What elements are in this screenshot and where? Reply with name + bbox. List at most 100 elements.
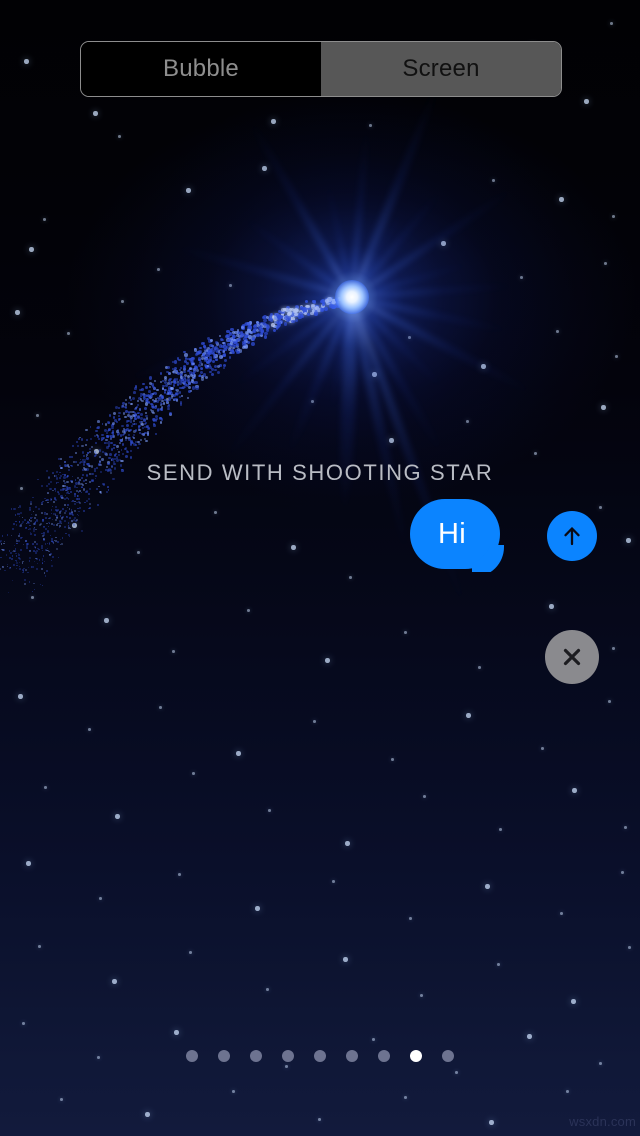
- segment-screen[interactable]: Screen: [321, 42, 561, 96]
- trail-particle: [169, 381, 173, 385]
- trail-particle: [60, 543, 63, 546]
- trail-particle: [176, 357, 180, 361]
- star-point: [343, 957, 348, 962]
- trail-particle: [76, 502, 78, 504]
- trail-particle: [22, 568, 25, 571]
- trail-particle: [149, 381, 153, 385]
- trail-particle: [301, 306, 306, 311]
- trail-particle: [51, 512, 53, 515]
- trail-particle: [273, 315, 278, 320]
- trail-particle: [125, 455, 129, 459]
- trail-particle: [25, 569, 27, 571]
- trail-particle: [37, 507, 40, 510]
- close-button[interactable]: [545, 630, 599, 684]
- trail-particle: [159, 393, 163, 397]
- segment-bubble[interactable]: Bubble: [81, 42, 321, 96]
- page-dot[interactable]: [442, 1050, 454, 1062]
- trail-particle: [202, 373, 207, 377]
- message-bubble-text: Hi: [438, 517, 466, 550]
- send-button[interactable]: [547, 511, 597, 561]
- star-point: [599, 1062, 602, 1065]
- trail-particle: [101, 450, 104, 453]
- bubble-screen-segmented-control[interactable]: Bubble Screen: [80, 41, 562, 97]
- trail-particle: [154, 399, 157, 403]
- trail-particle: [162, 384, 165, 388]
- trail-particle: [192, 375, 197, 380]
- trail-particle: [170, 387, 173, 390]
- page-dot[interactable]: [314, 1050, 326, 1062]
- trail-particle: [278, 320, 282, 324]
- trail-particle: [133, 430, 136, 434]
- trail-particle: [176, 380, 179, 383]
- trail-particle: [42, 518, 45, 521]
- trail-particle: [106, 434, 109, 438]
- trail-particle: [188, 367, 191, 371]
- trail-particle: [324, 298, 330, 304]
- trail-particle: [188, 371, 193, 375]
- trail-particle: [124, 438, 127, 442]
- trail-particle: [244, 345, 248, 349]
- trail-particle: [179, 386, 182, 390]
- trail-particle: [158, 395, 161, 398]
- star-point: [571, 999, 576, 1004]
- trail-particle: [116, 432, 120, 435]
- trail-particle: [190, 360, 194, 364]
- trail-particle: [307, 306, 311, 311]
- trail-particle: [228, 338, 233, 342]
- trail-particle: [236, 349, 240, 353]
- trail-particle: [157, 397, 161, 401]
- trail-particle: [184, 379, 188, 383]
- page-dot[interactable]: [250, 1050, 262, 1062]
- star-point: [404, 631, 407, 634]
- trail-particle: [227, 342, 231, 346]
- page-dot[interactable]: [282, 1050, 294, 1062]
- trail-particle: [113, 455, 116, 458]
- trail-particle: [1, 565, 4, 568]
- trail-particle: [106, 429, 110, 433]
- trail-particle: [260, 322, 264, 326]
- trail-particle: [43, 555, 45, 557]
- trail-particle: [88, 502, 92, 506]
- star-point: [44, 786, 47, 789]
- trail-particle: [22, 571, 25, 574]
- trail-particle: [162, 387, 165, 390]
- trail-particle: [12, 555, 14, 557]
- trail-particle: [173, 399, 176, 402]
- star-point: [172, 650, 175, 653]
- page-dot[interactable]: [186, 1050, 198, 1062]
- trail-particle: [226, 338, 230, 342]
- trail-particle: [203, 357, 207, 360]
- trail-particle: [134, 408, 137, 411]
- trail-particle: [285, 306, 290, 311]
- trail-particle: [173, 360, 177, 364]
- trail-particle: [150, 402, 153, 405]
- trail-particle: [111, 431, 114, 434]
- star-point: [174, 1030, 179, 1035]
- star-point: [485, 884, 490, 889]
- trail-particle: [197, 374, 201, 378]
- trail-particle: [263, 318, 267, 323]
- trail-particle: [126, 420, 129, 423]
- trail-particle: [96, 426, 99, 430]
- star-point: [93, 111, 98, 116]
- trail-particle: [116, 448, 119, 451]
- trail-particle: [56, 491, 59, 494]
- trail-particle: [77, 494, 80, 497]
- star-point: [166, 398, 169, 401]
- trail-particle: [21, 562, 24, 564]
- trail-particle: [139, 398, 143, 401]
- trail-particle: [161, 398, 164, 401]
- trail-particle: [123, 415, 127, 419]
- page-dot[interactable]: [378, 1050, 390, 1062]
- trail-particle: [210, 348, 214, 352]
- trail-particle: [141, 394, 144, 397]
- page-dot[interactable]: [346, 1050, 358, 1062]
- page-indicator[interactable]: [0, 1050, 640, 1062]
- trail-particle: [33, 526, 36, 529]
- trail-particle: [178, 395, 182, 398]
- trail-particle: [221, 345, 225, 348]
- page-dot-active[interactable]: [410, 1050, 422, 1062]
- trail-particle: [194, 381, 198, 385]
- trail-particle: [49, 516, 52, 519]
- page-dot[interactable]: [218, 1050, 230, 1062]
